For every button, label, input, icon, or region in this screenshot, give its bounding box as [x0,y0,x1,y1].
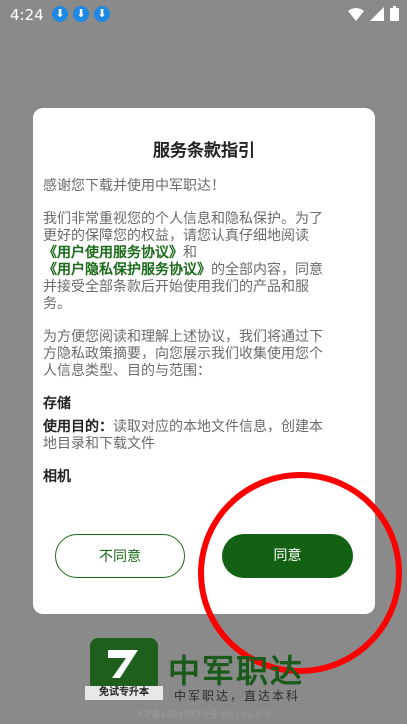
intro-paragraph: 我们非常重视您的个人信息和隐私保护。为了更好的保障您的权益，请您认真仔细地阅读《… [43,211,335,313]
storage-purpose: 使用目的：读取对应的本地文件信息，创建本地目录和下载文件 [43,419,335,453]
storage-title: 存储 [43,396,71,412]
disagree-button[interactable]: 不同意 [55,534,185,578]
app-logo [90,638,158,692]
intro-text: 我们非常重视您的个人信息和隐私保护。为了更好的保障您的权益，请您认真仔细地阅读 [43,211,323,244]
and-text: 和 [183,245,197,261]
download-icon: ⬇ [94,6,110,22]
download-icon: ⬇ [52,6,68,22]
status-bar: 4:24 ⬇ ⬇ ⬇ [0,0,407,28]
privacy-agreement-link[interactable]: 《用户隐私保护服务协议》 [43,262,211,278]
signal-icon [370,6,384,21]
logo-badge: 免试专升本 [85,686,163,700]
battery-icon [390,6,399,21]
brand-name: 中军职达 [168,652,305,690]
wifi-icon [348,7,364,21]
dialog-title: 服务条款指引 [153,141,255,161]
welcome-text: 感谢您下载并使用中军职达！ [43,178,225,194]
purpose-label: 使用目的： [43,419,113,435]
system-icons [348,6,399,21]
footer-text: ICP备1404393 0号-6A | v1.0.0 [136,710,271,720]
dialog-content[interactable]: 感谢您下载并使用中军职达！ 我们非常重视您的个人信息和隐私保护。为了更好的保障您… [43,178,335,492]
brand-slogan: 中军职达，直达本科 [174,689,301,703]
status-time: 4:24 [10,6,44,24]
logo-mark-icon [108,650,138,678]
summary-paragraph: 为方便您阅读和理解上述协议，我们将通过下方隐私政策摘要，向您展示我们收集使用您个… [43,329,323,379]
user-agreement-link[interactable]: 《用户使用服务协议》 [43,245,183,261]
download-icon: ⬇ [73,6,89,22]
